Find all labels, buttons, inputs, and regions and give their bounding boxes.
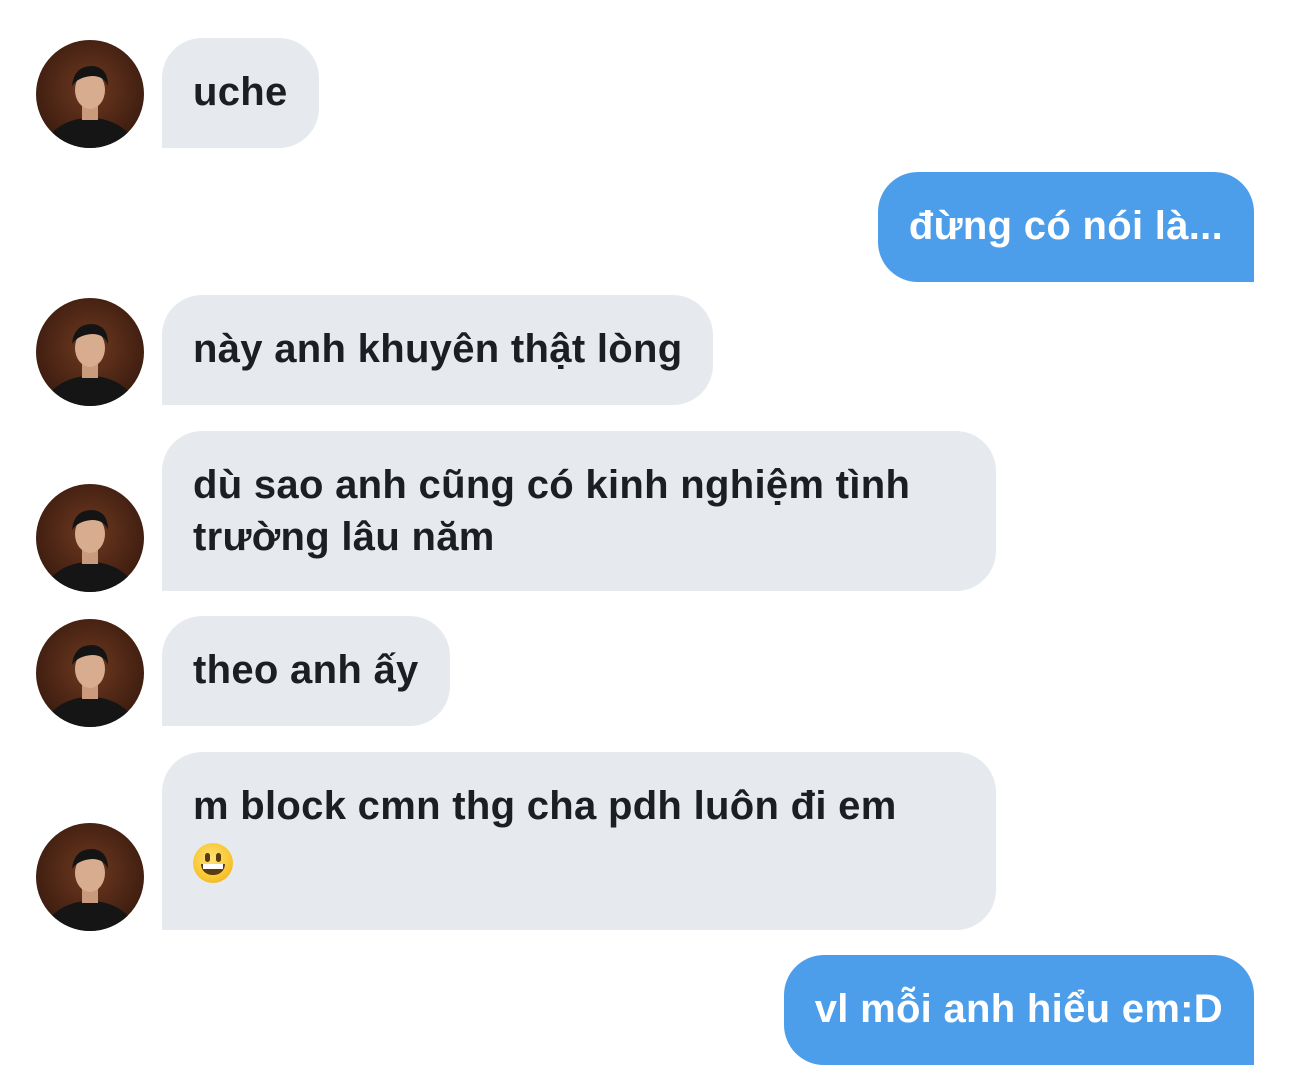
avatar-photo-icon [44,645,136,727]
message-text: vl mỗi anh hiểu em:D [814,987,1223,1031]
message-bubble-outgoing[interactable]: vl mỗi anh hiểu em:D [783,955,1254,1065]
avatar-photo-icon [44,324,136,406]
avatar-photo-icon [44,66,136,148]
avatar-photo-icon [44,849,136,931]
contact-avatar[interactable] [36,484,144,592]
message-text: đừng có nói là... [908,204,1223,248]
message-bubble-incoming[interactable]: này anh khuyên thật lòng [162,295,714,405]
message-bubble-outgoing[interactable]: đừng có nói là... [877,172,1254,282]
message-text: uche [193,70,288,114]
message-text: dù sao anh cũng có kinh nghiệm tình trườ… [193,463,911,559]
contact-avatar[interactable] [36,298,144,406]
message-text: này anh khuyên thật lòng [193,327,683,371]
message-text: m block cmn thg cha pdh luôn đi em [193,784,897,828]
grinning-face-icon [193,843,233,884]
contact-avatar[interactable] [36,619,144,727]
avatar-photo-icon [44,510,136,592]
message-bubble-incoming[interactable]: m block cmn thg cha pdh luôn đi em [162,752,996,930]
contact-avatar[interactable] [36,823,144,931]
message-text: theo anh ấy [193,648,419,692]
message-bubble-incoming[interactable]: dù sao anh cũng có kinh nghiệm tình trườ… [162,431,996,591]
message-bubble-incoming[interactable]: theo anh ấy [162,616,450,726]
message-bubble-incoming[interactable]: uche [162,38,319,148]
contact-avatar[interactable] [36,40,144,148]
